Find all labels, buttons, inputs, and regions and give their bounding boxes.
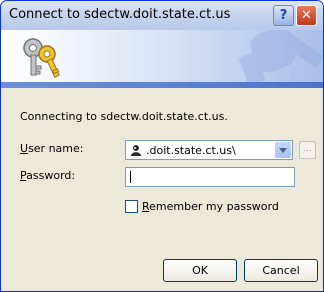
dialog-body: Connecting to sdectw.doit.state.ct.us. U… [1,88,323,291]
browse-users-button[interactable]: ... [299,141,316,159]
remember-password-checkbox[interactable] [125,200,138,213]
window-title: Connect to sdectw.doit.state.ct.us [9,7,231,22]
password-field[interactable] [125,167,295,187]
password-label: Password: [20,169,76,182]
connecting-text: Connecting to sdectw.doit.state.ct.us. [20,110,228,123]
user-name-value: .doit.state.ct.us\ [146,144,236,157]
keys-icon [23,38,60,78]
cancel-button[interactable]: Cancel [244,259,318,282]
ok-button[interactable]: OK [163,259,237,282]
close-button[interactable]: ✕ [296,5,317,26]
user-icon [131,145,141,156]
user-name-label: User name: [20,142,84,155]
user-name-dropdown-button[interactable] [275,142,291,158]
remember-password-label[interactable]: Remember my password [142,200,279,213]
dialog-banner [1,30,323,88]
connect-dialog: Connect to sdectw.doit.state.ct.us ? ✕ C… [0,0,324,292]
help-button[interactable]: ? [273,5,294,26]
user-name-combobox[interactable]: .doit.state.ct.us\ [125,140,293,160]
text-caret [130,171,131,183]
title-bar[interactable]: Connect to sdectw.doit.state.ct.us ? ✕ [1,1,323,30]
keys-watermark-icon [238,30,323,87]
